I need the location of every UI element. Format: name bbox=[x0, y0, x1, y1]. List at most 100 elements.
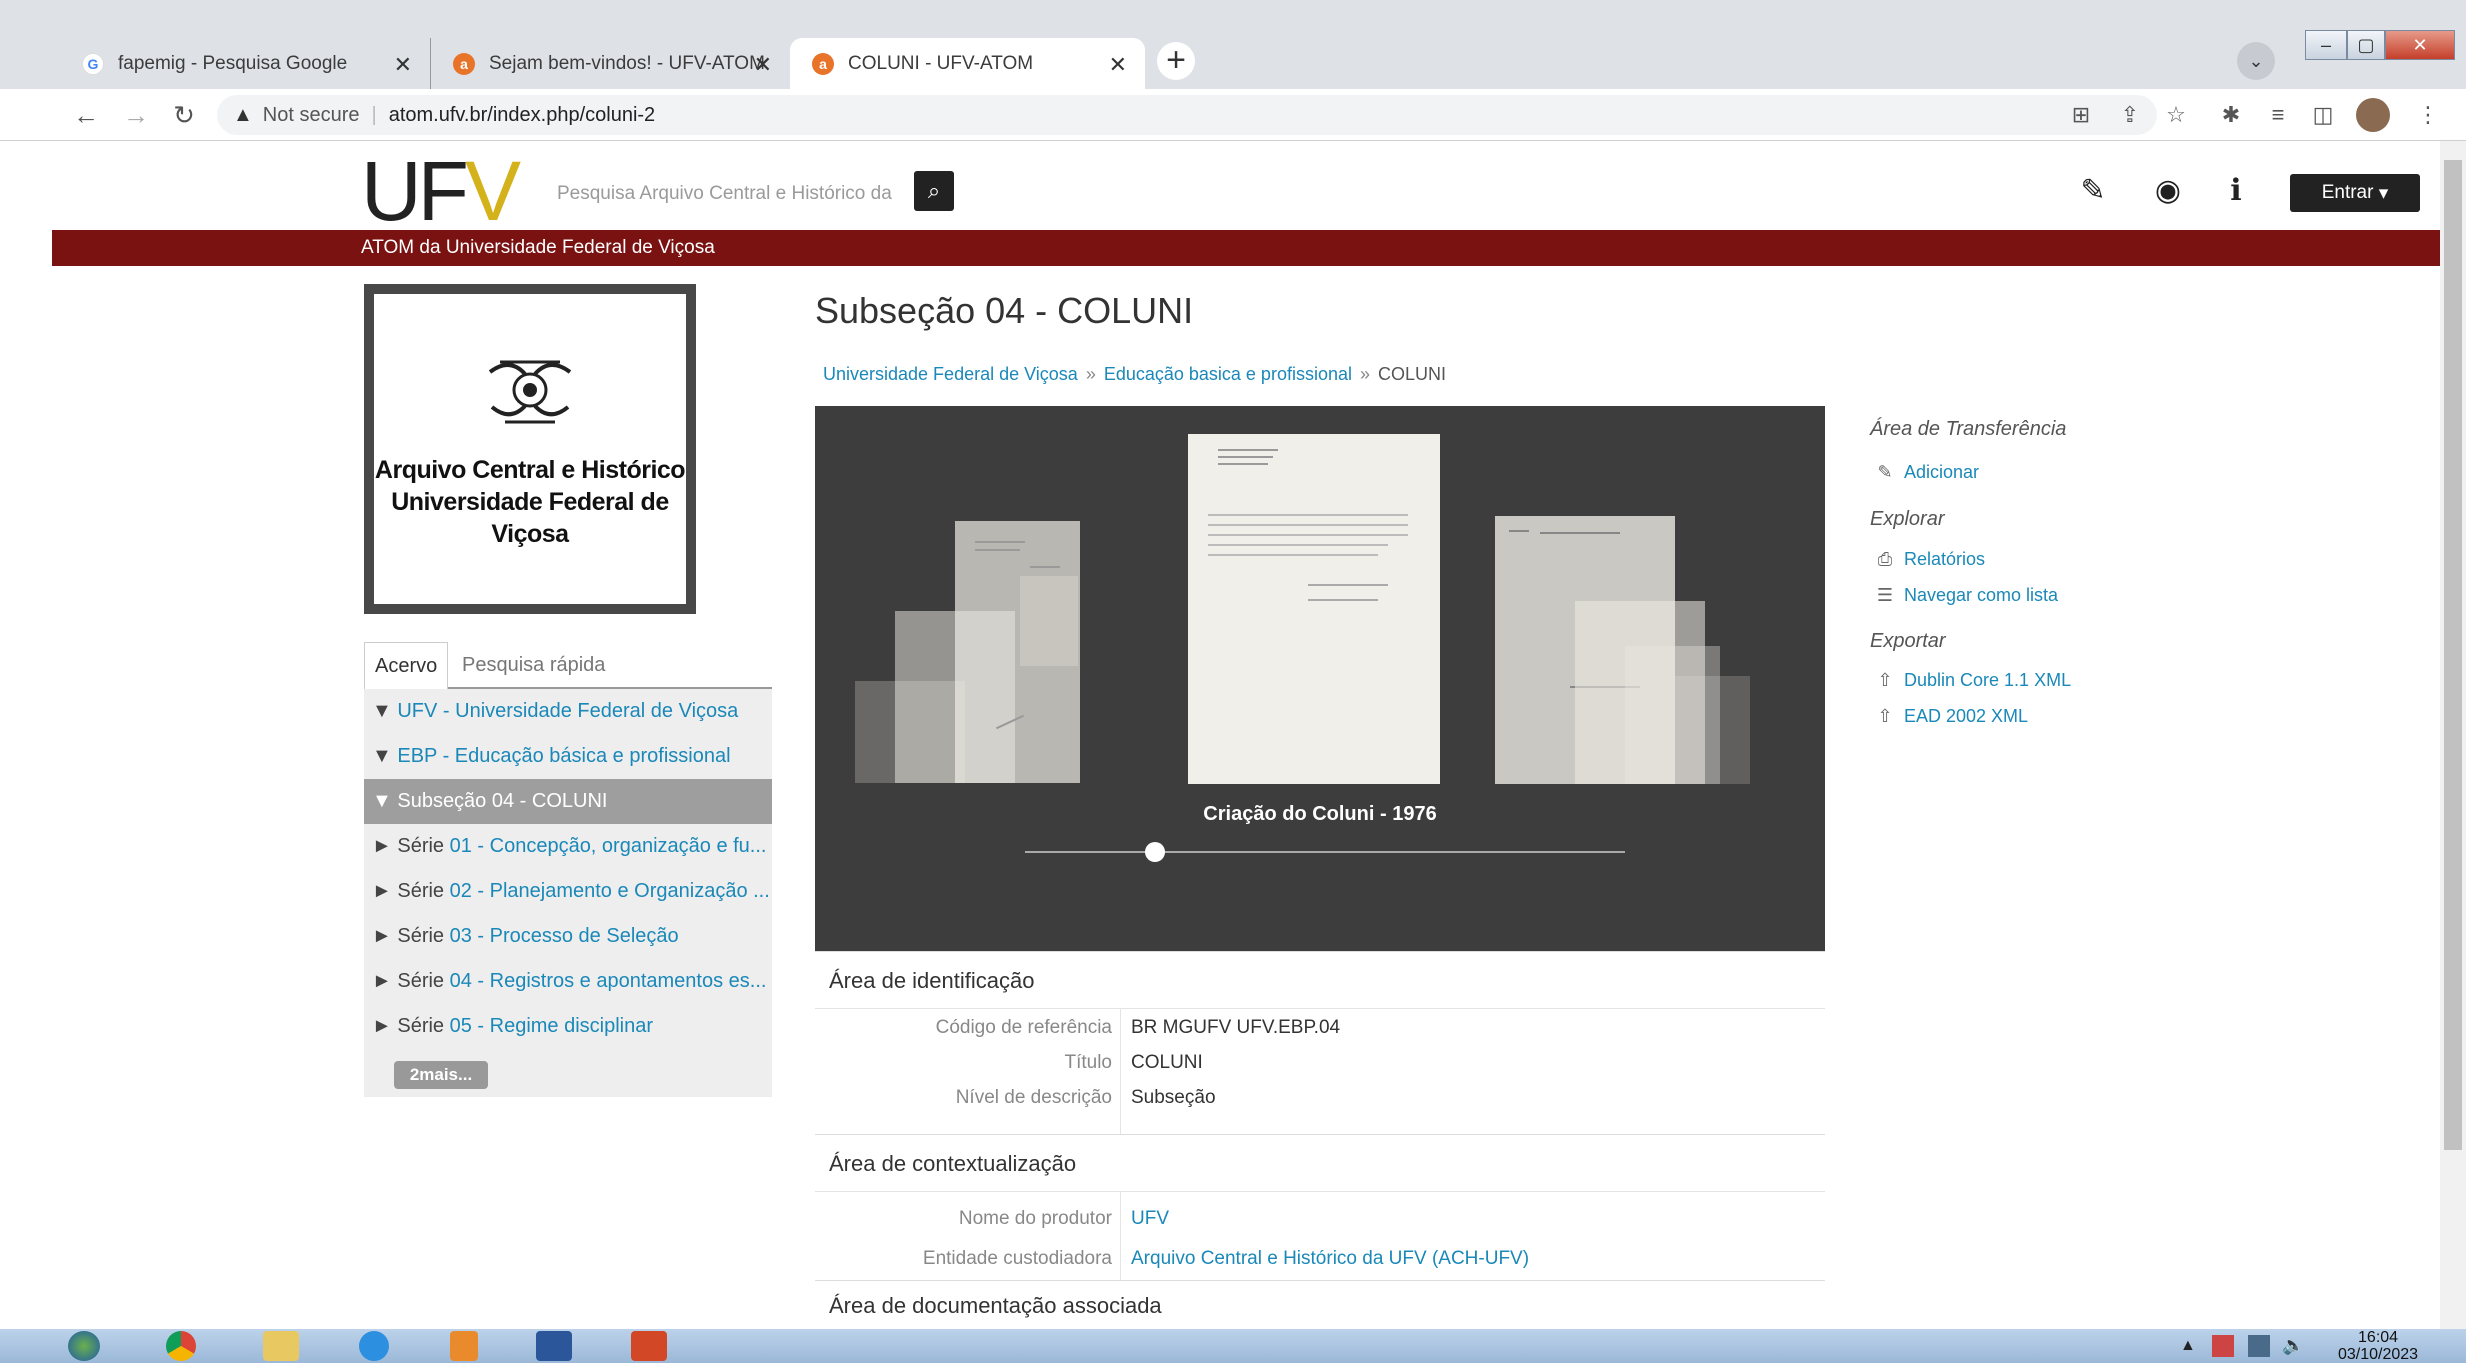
tree-item[interactable]: ► Série 04 - Registros e apontamentos es… bbox=[364, 959, 772, 1004]
forward-icon[interactable]: → bbox=[116, 95, 156, 135]
breadcrumb-current: COLUNI bbox=[1378, 364, 1447, 384]
tree-item[interactable]: ► Série 02 - Planejamento e Organização … bbox=[364, 869, 772, 914]
repository-name: Arquivo Central e Histórico Universidade… bbox=[374, 456, 686, 548]
close-tab-icon[interactable]: ✕ bbox=[394, 52, 412, 78]
file-explorer-taskbar-icon[interactable] bbox=[252, 1329, 310, 1363]
custodian-link[interactable]: Arquivo Central e Histórico da UFV (ACH-… bbox=[1131, 1248, 1529, 1269]
side-panel-icon[interactable]: ◫ bbox=[2305, 97, 2341, 133]
back-icon[interactable]: ← bbox=[66, 95, 106, 135]
flag-icon[interactable] bbox=[2212, 1335, 2234, 1357]
field-label: Nível de descrição bbox=[955, 1087, 1112, 1108]
document-thumbnail-active[interactable] bbox=[1188, 434, 1440, 784]
bookmark-star-icon[interactable]: ☆ bbox=[2158, 97, 2194, 133]
browser-tab-google[interactable]: G fapemig - Pesquisa Google ✕ bbox=[60, 38, 430, 89]
export-dublin-core-link[interactable]: ⇧ Dublin Core 1.1 XML bbox=[1874, 670, 2071, 691]
producer-link[interactable]: UFV bbox=[1131, 1208, 1169, 1229]
reports-link[interactable]: ⎙ Relatórios bbox=[1874, 549, 1985, 570]
minimize-button[interactable]: – bbox=[2305, 30, 2347, 60]
tree-item[interactable]: ► Série 05 - Regime disciplinar bbox=[364, 1004, 772, 1049]
info-icon[interactable]: ℹ bbox=[2216, 171, 2256, 211]
field-value: COLUNI bbox=[1131, 1052, 1203, 1073]
field-row: Título COLUNI bbox=[815, 1045, 1825, 1080]
close-window-button[interactable]: ✕ bbox=[2385, 30, 2455, 60]
breadcrumb-link[interactable]: Universidade Federal de Viçosa bbox=[823, 364, 1078, 384]
divider: | bbox=[371, 103, 377, 126]
browser-toolbar: ← → ↻ ▲ Not secure | atom.ufv.br/index.p… bbox=[0, 89, 2466, 141]
profile-avatar[interactable] bbox=[2356, 98, 2390, 132]
internet-explorer-taskbar-icon[interactable] bbox=[345, 1329, 403, 1363]
tab-title: COLUNI - UFV-ATOM bbox=[848, 52, 1034, 74]
tab-search-icon[interactable]: ⌄ bbox=[2237, 42, 2275, 80]
context-section: Área de contextualização Nome do produto… bbox=[815, 1134, 1825, 1281]
tree-item[interactable]: ▼ UFV - Universidade Federal de Viçosa bbox=[364, 689, 772, 734]
breadcrumb-link[interactable]: Educação basica e profissional bbox=[1104, 364, 1352, 384]
field-row: Entidade custodiadora Arquivo Central e H… bbox=[815, 1241, 1825, 1276]
language-globe-icon[interactable]: ◉ bbox=[2148, 171, 2188, 211]
list-icon: ☰ bbox=[1876, 585, 1894, 605]
tree-item-current[interactable]: ▼ Subseção 04 - COLUNI bbox=[364, 779, 772, 824]
browser-tab-welcome[interactable]: a Sejam bem-vindos! - UFV-ATOM ✕ bbox=[430, 38, 790, 89]
new-tab-button[interactable]: + bbox=[1157, 42, 1195, 80]
tree-item[interactable]: ▼ EBP - Educação básica e profissional bbox=[364, 734, 772, 779]
browser-tab-coluni[interactable]: a COLUNI - UFV-ATOM ✕ bbox=[790, 38, 1145, 89]
close-tab-icon[interactable]: ✕ bbox=[1109, 52, 1127, 78]
document-scan[interactable] bbox=[955, 521, 1080, 783]
chrome-taskbar-icon[interactable] bbox=[152, 1329, 210, 1363]
more-button[interactable]: 2mais... bbox=[394, 1061, 488, 1089]
menu-icon[interactable]: ⋮ bbox=[2410, 97, 2446, 133]
page-scrollbar-thumb[interactable] bbox=[2444, 160, 2462, 1150]
carousel-slider[interactable] bbox=[1025, 851, 1625, 853]
field-row: Código de referência BR MGUFV UFV.EBP.04 bbox=[815, 1010, 1825, 1045]
ufv-logo[interactable]: UFV bbox=[361, 149, 521, 233]
document-thumbnail[interactable] bbox=[1675, 676, 1750, 784]
repository-logo[interactable]: Arquivo Central e Histórico Universidade… bbox=[364, 284, 696, 614]
share-icon[interactable]: ⇪ bbox=[2112, 97, 2148, 133]
extensions-icon[interactable]: ✱ bbox=[2213, 97, 2249, 133]
start-button[interactable] bbox=[55, 1329, 113, 1363]
volume-icon[interactable]: 🔈 bbox=[2282, 1335, 2304, 1356]
search-icon[interactable]: ⌕ bbox=[914, 171, 954, 211]
tree-item[interactable]: ► Série 03 - Processo de Seleção bbox=[364, 914, 772, 959]
section-heading[interactable]: Área de contextualização bbox=[815, 1135, 1825, 1192]
carousel-slider-handle[interactable] bbox=[1145, 842, 1165, 862]
close-tab-icon[interactable]: ✕ bbox=[754, 52, 772, 78]
login-button[interactable]: Entrar ▾ bbox=[2290, 174, 2420, 212]
media-player-taskbar-icon[interactable] bbox=[435, 1329, 493, 1363]
field-value: BR MGUFV UFV.EBP.04 bbox=[1131, 1017, 1341, 1038]
atom-icon: a bbox=[453, 52, 475, 75]
field-label: Código de referência bbox=[935, 1017, 1112, 1038]
tab-pesquisa-rapida[interactable]: Pesquisa rápida bbox=[452, 642, 615, 689]
section-heading[interactable]: Área de identificação bbox=[815, 952, 1825, 1009]
digital-object-carousel[interactable]: Criação do Coluni - 1976 bbox=[815, 406, 1825, 951]
security-status: Not secure bbox=[262, 103, 360, 126]
google-icon: G bbox=[82, 52, 104, 75]
network-icon[interactable] bbox=[2248, 1335, 2270, 1357]
upload-icon: ⇧ bbox=[1877, 706, 1893, 726]
maximize-button[interactable]: ▢ bbox=[2347, 30, 2385, 60]
identification-section: Área de identificação Código de referênc… bbox=[815, 951, 1825, 1135]
search-input[interactable]: Pesquisa Arquivo Central e Histórico da bbox=[545, 175, 935, 213]
reading-list-icon[interactable]: ≡ bbox=[2260, 97, 2296, 133]
field-value: Subseção bbox=[1131, 1087, 1216, 1108]
export-ead-link[interactable]: ⇧ EAD 2002 XML bbox=[1874, 706, 2028, 727]
reload-icon[interactable]: ↻ bbox=[164, 95, 204, 135]
field-row: Nível de descrição Subseção bbox=[815, 1080, 1825, 1115]
address-bar[interactable]: ▲ Not secure | atom.ufv.br/index.php/col… bbox=[217, 95, 2157, 135]
tree-item[interactable]: ► Série 01 - Concepção, organização e fu… bbox=[364, 824, 772, 869]
tray-arrow-icon[interactable]: ▲ bbox=[2180, 1337, 2196, 1355]
powerpoint-taskbar-icon[interactable] bbox=[620, 1329, 678, 1363]
field-label: Entidade custodiadora bbox=[922, 1248, 1112, 1269]
export-heading: Exportar bbox=[1870, 630, 1946, 652]
documentation-section: Área de documentação associada bbox=[815, 1280, 1825, 1329]
tab-acervo[interactable]: Acervo bbox=[364, 642, 449, 689]
field-label: Título bbox=[1064, 1052, 1112, 1073]
add-to-clipboard-link[interactable]: ✎ Adicionar bbox=[1874, 462, 1979, 483]
clipboard-paperclip-icon[interactable]: ✎ bbox=[2073, 171, 2113, 211]
system-clock[interactable]: 16:04 03/10/2023 bbox=[2338, 1329, 2418, 1363]
word-taskbar-icon[interactable] bbox=[525, 1329, 583, 1363]
browse-as-list-link[interactable]: ☰ Navegar como lista bbox=[1874, 585, 2058, 606]
section-heading[interactable]: Área de documentação associada bbox=[815, 1281, 1825, 1330]
paperclip-icon: ✎ bbox=[1877, 462, 1893, 482]
printer-icon: ⎙ bbox=[1877, 549, 1893, 569]
translate-icon[interactable]: ⊞ bbox=[2063, 97, 2099, 133]
